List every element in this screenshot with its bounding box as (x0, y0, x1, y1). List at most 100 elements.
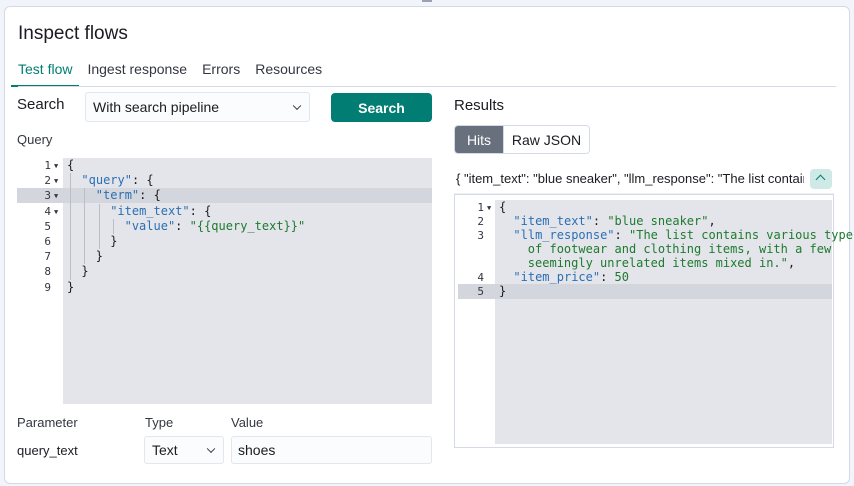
param-value-input[interactable]: shoes (231, 436, 432, 464)
code-token: } (67, 279, 75, 294)
result-json-viewer[interactable]: 1 ▼ {2 "item_text": "blue sneaker", 3 "llm_re… (458, 200, 854, 444)
indent-guide (70, 234, 71, 250)
code-token: { (499, 200, 507, 214)
chevron-down-icon (206, 444, 216, 454)
indent-guide (84, 218, 86, 234)
results-view-toggle: Hits Raw JSON (454, 125, 590, 154)
tab-errors[interactable]: Errors (202, 59, 240, 87)
line-number: 6 (44, 235, 51, 248)
line-number: 2 (44, 174, 51, 188)
code-token: "item_price" (513, 270, 601, 284)
search-pipeline-select[interactable]: With search pipeline (85, 92, 310, 122)
tab-test-flow[interactable]: Test flow (11, 59, 80, 87)
code-token: of footwear and clothing items, with a f… (527, 242, 832, 256)
code-token: : (614, 228, 629, 242)
resize-handle[interactable] (422, 0, 432, 2)
param-name: query_text (17, 443, 78, 458)
indent-guide (70, 249, 71, 265)
code-line: { (67, 158, 432, 173)
hits-toggle-button[interactable]: Hits (455, 126, 503, 153)
code-token: } (110, 234, 118, 248)
code-line: seemingly unrelated items mixed in.", (528, 256, 832, 271)
chevron-up-icon (815, 174, 826, 185)
line-number: 3 (44, 189, 51, 203)
code-token: "item_text" (513, 214, 593, 228)
result-json-box: 1 ▼ {2 "item_text": "blue sneaker", 3 "llm_re… (454, 194, 854, 448)
param-type-select[interactable]: Text (144, 436, 224, 464)
code-token: : (592, 214, 608, 228)
indent-guide (113, 218, 115, 234)
collapse-button[interactable] (810, 169, 832, 189)
line-number: 1 (44, 159, 51, 172)
code-line: } (67, 280, 432, 295)
code-line: } (96, 249, 432, 264)
line-number: 2 (477, 215, 484, 228)
indent-guide (84, 249, 86, 265)
code-token: : { (131, 173, 154, 188)
indent-guide (98, 234, 100, 250)
fold-arrow-icon[interactable]: ▼ (54, 208, 58, 216)
fold-arrow-icon[interactable]: ▼ (54, 192, 58, 200)
search-button[interactable]: Search (331, 93, 432, 122)
fold-arrow-icon[interactable]: ▼ (54, 162, 58, 170)
line-number: 9 (44, 280, 51, 294)
chevron-down-icon (292, 101, 302, 111)
search-label: Search (17, 96, 65, 113)
code-line: { (499, 200, 832, 215)
code-token: "term" (95, 188, 140, 203)
code-line: "llm_response": "The list contains vario… (513, 228, 854, 243)
code-token: "value" (124, 218, 176, 233)
indent-guide (84, 203, 86, 219)
tab-ingest-response[interactable]: Ingest response (87, 59, 187, 87)
code-token: "{{query_text}}" (189, 218, 306, 233)
line-number: 5 (44, 219, 51, 233)
line-number: 3 (477, 229, 484, 242)
line-number: 5 (477, 285, 484, 298)
tab-divider (18, 86, 836, 87)
result-summary-row[interactable]: { "item_text": "blue sneaker", "llm_resp… (454, 166, 834, 194)
indent-guide (70, 218, 71, 234)
indent-guide (84, 234, 86, 250)
fold-arrow-icon[interactable]: ▼ (487, 204, 491, 212)
indent-guide (98, 218, 100, 234)
code-token: : (600, 270, 615, 284)
query-label: Query (17, 132, 53, 147)
code-line: of footwear and clothing items, with a f… (528, 242, 832, 257)
query-editor[interactable]: 1 ▼{2 ▼ "query": {3 ▼ "term": {4 ▼ "item_text":… (17, 158, 432, 404)
fold-arrow-icon[interactable]: ▼ (54, 177, 58, 185)
indent-guide (70, 188, 71, 204)
code-token: , (787, 256, 796, 270)
code-line: "query": { (81, 173, 432, 188)
code-line: } (499, 284, 832, 299)
code-token: } (81, 264, 89, 279)
panel-title: Inspect flows (18, 23, 128, 44)
param-header-value: Value (231, 415, 264, 430)
code-token: "query" (81, 173, 132, 188)
code-token: : { (139, 188, 161, 203)
code-line: } (110, 234, 432, 249)
line-number: 4 (44, 204, 51, 218)
code-line: "term": { (96, 188, 432, 203)
indent-guide (84, 188, 86, 204)
code-token: "blue sneaker" (607, 214, 709, 228)
line-number: 7 (44, 250, 51, 264)
tab-resources[interactable]: Resources (255, 59, 322, 87)
search-pipeline-value: With search pipeline (93, 99, 220, 115)
code-line: "item_price": 50 (513, 270, 832, 285)
raw-json-toggle-button[interactable]: Raw JSON (503, 126, 589, 153)
code-token: "llm_response" (513, 228, 615, 242)
code-token: } (95, 249, 104, 264)
line-number: 1 (477, 201, 484, 214)
code-token: seemingly unrelated items mixed in." (527, 256, 788, 270)
code-token: : (175, 218, 190, 233)
code-line: "value": "{{query_text}}" (125, 219, 432, 234)
result-summary-text: { "item_text": "blue sneaker", "llm_resp… (456, 171, 804, 186)
indent-guide (70, 264, 71, 280)
code-token: "item_text" (110, 203, 190, 218)
param-header-parameter: Parameter (17, 415, 78, 430)
code-line: } (81, 264, 432, 279)
line-number: 4 (477, 271, 484, 284)
indent-guide (98, 203, 100, 219)
code-token: } (499, 284, 507, 298)
param-type-value: Text (152, 442, 178, 458)
